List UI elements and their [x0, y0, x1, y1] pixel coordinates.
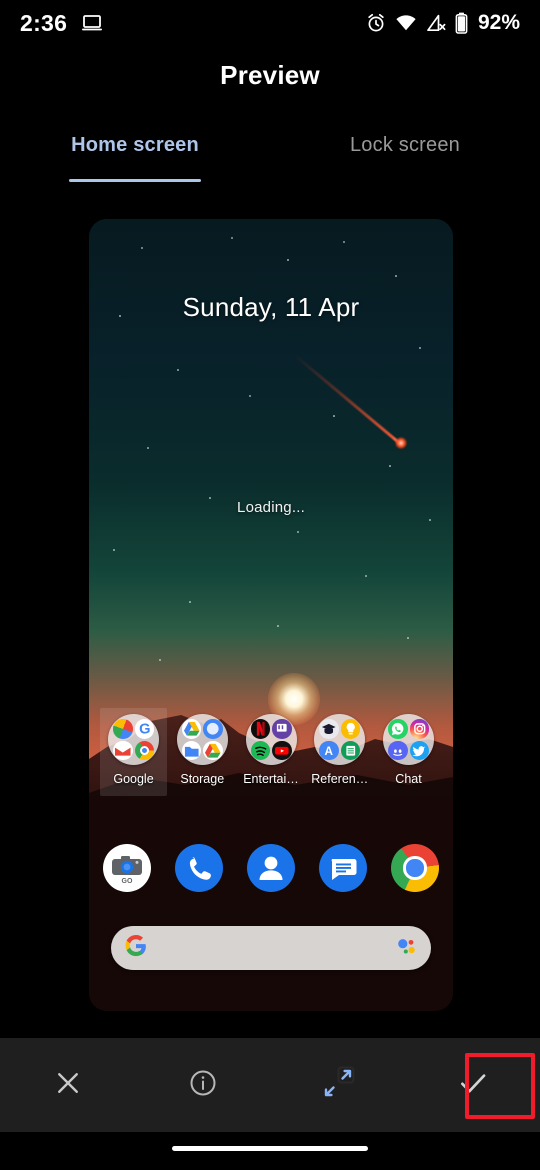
wallpaper-loading-text: Loading...	[237, 499, 305, 516]
folder-reference[interactable]: A Referen…	[306, 714, 373, 786]
sheets-icon	[340, 740, 361, 760]
photos-icon	[203, 719, 223, 739]
folder-google[interactable]: G Google	[100, 708, 167, 796]
whatsapp-icon	[388, 719, 408, 739]
info-button[interactable]	[135, 1038, 270, 1132]
wallpaper-date: Sunday, 11 Apr	[182, 292, 360, 322]
folder-storage[interactable]: Storage	[169, 714, 236, 786]
google-g-icon	[125, 934, 147, 962]
folder-chat-icons	[383, 714, 434, 765]
home-gesture-pill[interactable]	[172, 1146, 368, 1151]
page-title: Preview	[220, 60, 320, 90]
folder-google-label: Google	[113, 772, 154, 786]
alarm-clock-icon	[366, 13, 386, 33]
tab-home-screen-label: Home screen	[71, 134, 199, 156]
svg-text:G: G	[139, 722, 150, 738]
drive-icon	[181, 719, 202, 739]
folder-reference-label: Referen…	[311, 772, 369, 786]
preview-action-toolbar	[0, 1038, 540, 1132]
gmail-icon	[113, 740, 133, 760]
folder-reference-icons: A	[314, 714, 366, 765]
drive-backup-icon	[203, 740, 223, 760]
folder-storage-icons	[176, 714, 228, 765]
google-search-bar[interactable]	[111, 926, 431, 970]
apply-button[interactable]	[405, 1038, 540, 1132]
twitch-icon	[272, 719, 292, 739]
status-bar-right: 92%	[366, 11, 520, 35]
laptop-cast-icon	[81, 14, 103, 32]
folder-storage-label: Storage	[180, 772, 225, 786]
folder-chat[interactable]: Chat	[375, 714, 442, 786]
status-bar: 2:36 92%	[0, 0, 540, 46]
close-icon	[53, 1068, 83, 1103]
discord-icon	[388, 740, 408, 760]
netflix-icon	[250, 719, 270, 739]
translate-icon: A	[319, 740, 339, 760]
system-navigation-bar	[0, 1132, 540, 1170]
twitter-icon	[409, 740, 429, 760]
messages-icon[interactable]	[319, 844, 367, 892]
classroom-icon	[319, 719, 339, 739]
close-button[interactable]	[0, 1038, 135, 1132]
info-icon	[188, 1068, 218, 1103]
mobile-data-off-icon	[426, 14, 446, 32]
tab-lock-screen[interactable]: Lock screen	[270, 126, 540, 182]
folder-chat-label: Chat	[395, 772, 422, 786]
home-screen-folder-row: G Google Storage Entertai… A Referen… Ch…	[89, 708, 453, 796]
battery-icon	[455, 12, 468, 34]
svg-text:GO: GO	[122, 878, 133, 885]
play-store-icon	[113, 719, 133, 739]
check-icon	[456, 1066, 490, 1105]
chrome-icon[interactable]	[391, 844, 439, 892]
spotify-icon	[250, 740, 270, 760]
keep-icon	[340, 719, 361, 739]
contacts-icon[interactable]	[247, 844, 295, 892]
google-assistant-icon[interactable]	[395, 935, 417, 962]
folder-google-icons: G	[108, 714, 159, 765]
svg-text:A: A	[325, 745, 334, 758]
folder-entertainment-label: Entertai…	[243, 772, 299, 786]
scale-button[interactable]	[270, 1038, 405, 1132]
instagram-icon	[409, 719, 429, 739]
wifi-icon	[395, 14, 417, 32]
tab-home-screen[interactable]: Home screen	[0, 126, 270, 182]
status-bar-clock: 2:36	[20, 9, 68, 36]
folder-entertainment-icons	[245, 714, 297, 765]
status-bar-left: 2:36	[20, 10, 103, 37]
battery-percent-label: 92%	[477, 11, 520, 34]
tab-bar: Home screen Lock screen	[0, 126, 540, 182]
camera-go-icon[interactable]: GO	[103, 844, 151, 892]
folder-entertainment[interactable]: Entertai…	[238, 714, 305, 786]
chrome-icon	[134, 740, 154, 760]
expand-arrows-icon	[318, 1063, 358, 1108]
home-screen-dock: GO	[89, 844, 453, 892]
files-icon	[181, 740, 202, 760]
google-search-icon: G	[134, 719, 154, 739]
youtube-icon	[272, 740, 292, 760]
tab-active-indicator	[69, 179, 201, 182]
phone-icon[interactable]	[175, 844, 223, 892]
tab-lock-screen-label: Lock screen	[349, 134, 461, 156]
wallpaper-preview-card[interactable]: Sunday, 11 Apr Loading... G Google Stora…	[89, 219, 453, 1011]
